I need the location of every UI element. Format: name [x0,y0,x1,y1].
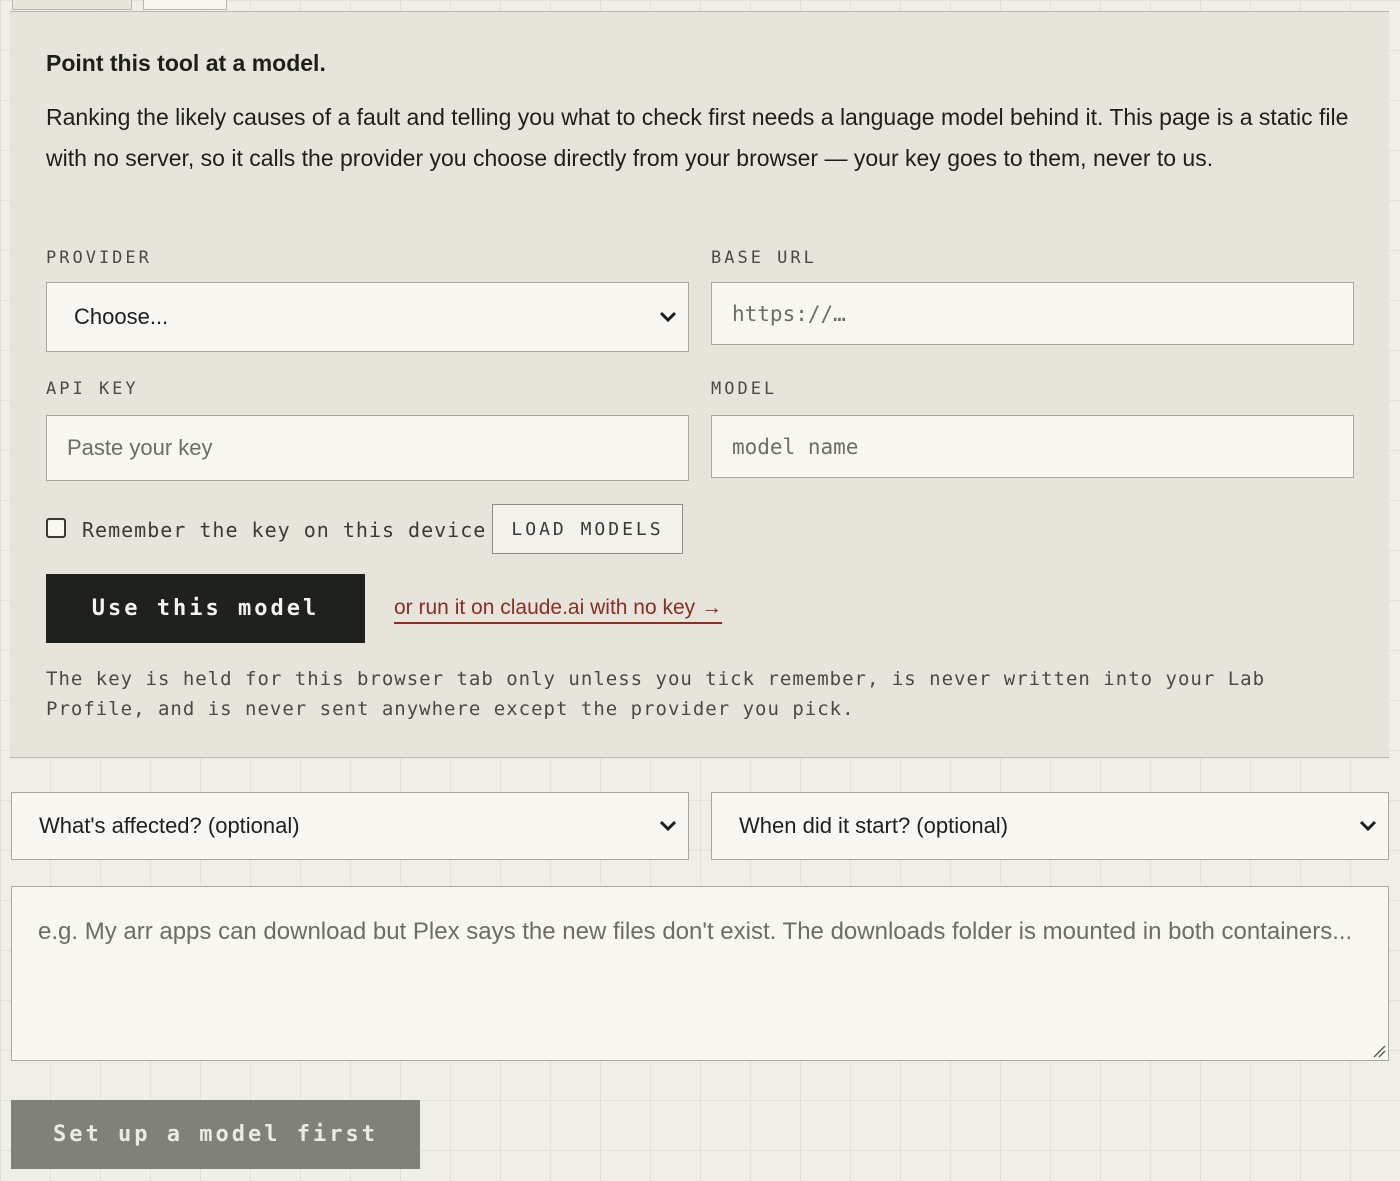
model-label: MODEL [711,379,778,399]
provider-select[interactable]: Choose... [46,282,689,352]
chevron-down-icon [1359,820,1377,832]
started-selected-value: When did it start? (optional) [739,813,1009,838]
model-setup-panel: Point this tool at a model. Ranking the … [10,11,1389,758]
panel-title: Point this tool at a model. [46,50,326,76]
chevron-down-icon [659,820,677,832]
problem-placeholder: e.g. My arr apps can download but Plex s… [38,918,1353,945]
panel-description: Ranking the likely causes of a fault and… [46,104,1349,171]
affected-selected-value: What's affected? (optional) [39,813,300,838]
model-input[interactable]: model name [711,415,1354,478]
privacy-note: The key is held for this browser tab onl… [46,668,1266,720]
use-model-button[interactable]: Use this model [46,574,365,643]
provider-selected-value: Choose... [74,304,169,329]
base-url-input[interactable]: https://… [711,282,1354,345]
started-select[interactable]: When did it start? (optional) [711,792,1389,860]
base-url-placeholder: https://… [732,301,846,326]
resize-grip-icon[interactable] [1372,1044,1386,1058]
api-key-label: API KEY [46,379,139,399]
load-models-button[interactable]: LOAD MODELS [492,504,683,554]
api-key-input[interactable]: Paste your key [46,415,689,481]
remember-checkbox[interactable] [46,518,66,538]
api-key-placeholder: Paste your key [67,435,213,460]
problem-textarea[interactable]: e.g. My arr apps can download but Plex s… [11,886,1389,1061]
provider-label: PROVIDER [46,248,152,268]
tab-previous[interactable] [12,0,132,10]
affected-select[interactable]: What's affected? (optional) [11,792,689,860]
model-placeholder: model name [732,434,859,459]
remember-label[interactable]: Remember the key on this device [82,518,486,542]
chevron-down-icon [659,311,677,323]
tab-active[interactable] [143,0,227,10]
claude-link[interactable]: or run it on claude.ai with no key → [394,596,723,624]
submit-button[interactable]: Set up a model first [11,1100,420,1169]
base-url-label: BASE URL [711,248,817,268]
